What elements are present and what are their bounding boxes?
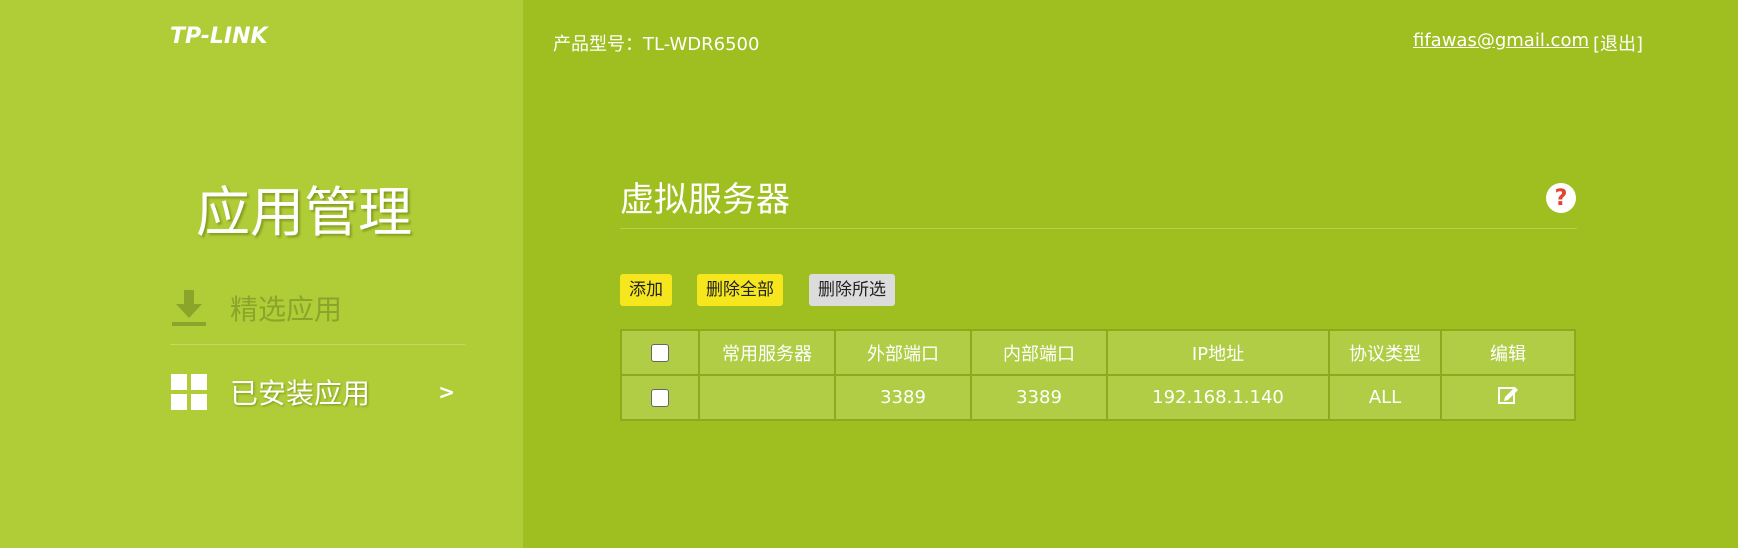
external-port-cell: 3389: [834, 374, 972, 421]
sidebar-item-label: 精选应用: [230, 293, 343, 326]
select-all-checkbox[interactable]: [651, 344, 669, 362]
column-header-server: 常用服务器: [698, 329, 836, 376]
sidebar-item-installed-apps[interactable]: 已安装应用 >: [170, 364, 465, 420]
ip-address-cell: 192.168.1.140: [1106, 374, 1330, 421]
virtual-server-table: 常用服务器 外部端口 内部端口 IP地址 协议类型 编辑 3389 3389 1…: [620, 329, 1576, 421]
edit-cell: [1440, 374, 1576, 421]
help-icon[interactable]: ?: [1546, 183, 1576, 213]
sidebar-divider: [170, 344, 465, 345]
server-cell: [698, 374, 836, 421]
column-header-edit: 编辑: [1440, 329, 1576, 376]
column-header-internal-port: 内部端口: [970, 329, 1108, 376]
row-select-cell: [620, 374, 700, 421]
row-checkbox[interactable]: [651, 389, 669, 407]
delete-selected-button[interactable]: 删除所选: [809, 274, 895, 306]
sidebar-item-featured-apps[interactable]: 精选应用: [170, 280, 465, 336]
main-content: 产品型号：TL-WDR6500 fifawas@gmail.com [退出] 虚…: [523, 0, 1738, 548]
column-header-ip: IP地址: [1106, 329, 1330, 376]
column-header-protocol: 协议类型: [1328, 329, 1442, 376]
sidebar: TP-LINK 应用管理 精选应用 已安装应用 >: [0, 0, 523, 548]
sidebar-title: 应用管理: [196, 181, 412, 244]
account-email-link[interactable]: fifawas@gmail.com: [1413, 30, 1589, 51]
column-header-select: [620, 329, 700, 376]
column-header-external-port: 外部端口: [834, 329, 972, 376]
add-button[interactable]: 添加: [620, 274, 672, 306]
delete-all-button[interactable]: 删除全部: [697, 274, 783, 306]
download-icon: [170, 288, 208, 328]
logout-link[interactable]: [退出]: [1593, 30, 1643, 56]
tp-link-logo: TP-LINK: [170, 24, 268, 49]
edit-icon[interactable]: [1497, 384, 1519, 411]
title-divider: [620, 228, 1577, 229]
grid-icon: [170, 372, 208, 412]
chevron-right-icon: >: [438, 380, 455, 404]
sidebar-item-label: 已安装应用: [230, 377, 371, 410]
table-row: 3389 3389 192.168.1.140 ALL: [620, 374, 1576, 421]
protocol-cell: ALL: [1328, 374, 1442, 421]
product-model: 产品型号：TL-WDR6500: [553, 34, 760, 55]
router-admin-page: TP-LINK 应用管理 精选应用 已安装应用 > 产品型号：TL-WDR650…: [0, 0, 1738, 548]
page-title: 虚拟服务器: [620, 180, 790, 220]
table-header-row: 常用服务器 外部端口 内部端口 IP地址 协议类型 编辑: [620, 329, 1576, 376]
internal-port-cell: 3389: [970, 374, 1108, 421]
